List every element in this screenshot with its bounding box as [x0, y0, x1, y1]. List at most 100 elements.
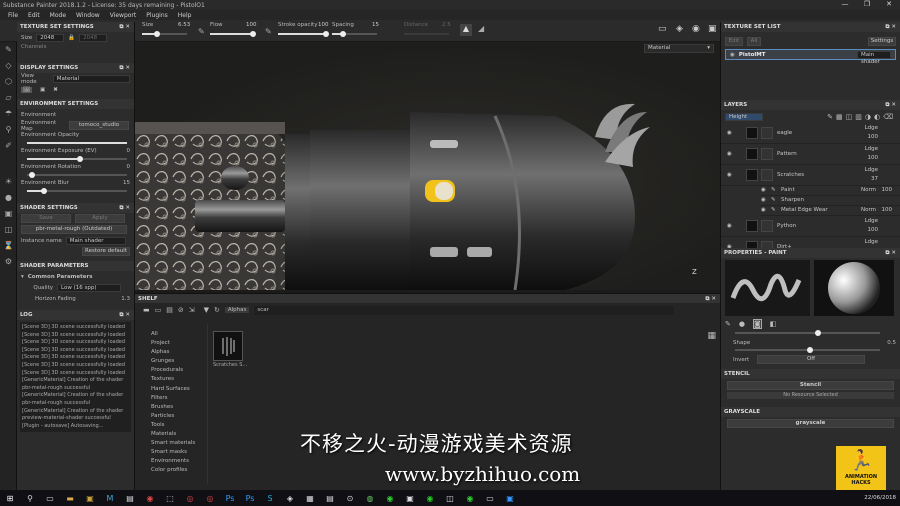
mirror-icon[interactable]: ◢ [478, 24, 484, 33]
shape-slider[interactable] [721, 347, 900, 354]
stencil-tab-icon[interactable]: ◧ [770, 320, 777, 328]
flow-value[interactable]: 100 [246, 22, 257, 28]
lock-icon[interactable]: 🔒 [68, 35, 75, 41]
layer-effect-row[interactable]: ◉ ✎ Metal Edge Wear Norm 100 [761, 206, 900, 216]
hide-icon[interactable]: ⊘ [178, 306, 184, 314]
instance-name-field[interactable]: Main shader [65, 236, 126, 245]
maximize-button[interactable]: ❐ [856, 0, 878, 8]
stencil-button[interactable]: Stencil [727, 381, 894, 390]
layer-row[interactable]: ◉ eagle Ldge 100 [721, 123, 900, 144]
shader-name-button[interactable]: pbr-metal-rough (Outdated) [21, 225, 127, 234]
common-parameters-toggle[interactable]: ▾ Common Parameters [17, 271, 134, 282]
viewer-icon-small[interactable]: ✖ [53, 87, 58, 93]
line-icon[interactable]: ◉ [380, 494, 400, 503]
camera-icon[interactable]: ▭ [658, 24, 667, 34]
render-icon[interactable]: ▣ [708, 24, 717, 34]
layer-row[interactable]: ◉ Pattern Ldge 100 [721, 144, 900, 165]
flow-slider[interactable] [210, 31, 256, 37]
size-slider[interactable] [142, 31, 187, 37]
pen-pressure-icon[interactable]: ✎ [198, 27, 205, 36]
size-dropdown-2[interactable]: 2048 [79, 33, 108, 42]
layer-actions-icon[interactable]: ✎▦◫▥◑◐⌫ [827, 113, 896, 121]
stroke-opacity-value[interactable]: 100 [318, 22, 329, 28]
picker-icon[interactable]: ✐ [0, 138, 17, 154]
distance-slider[interactable] [404, 33, 449, 35]
texture-set-item[interactable]: ◉ PistolMT Main shader [725, 49, 896, 65]
invert-toggle[interactable]: Off [757, 355, 865, 364]
symmetry-icon[interactable]: ▲ [460, 24, 472, 36]
menu-edit[interactable]: Edit [28, 12, 40, 19]
start-icon[interactable]: ⊞ [0, 494, 20, 503]
shelf-category-item[interactable]: Project [151, 339, 203, 348]
shelf-category-item[interactable]: All [151, 330, 203, 339]
effect-visibility-icon[interactable]: ◉ [761, 207, 766, 213]
stroke-opacity-slider[interactable] [278, 31, 329, 37]
menu-file[interactable]: File [8, 12, 18, 19]
shader-dropdown[interactable]: Main shader [857, 50, 891, 65]
app-icon-1[interactable]: ▣ [80, 494, 100, 503]
refresh-icon[interactable]: ↻ [214, 306, 220, 314]
effect-opacity[interactable]: 100 [882, 187, 893, 193]
app-icon-12[interactable]: ◫ [440, 494, 460, 503]
menu-mode[interactable]: Mode [50, 12, 66, 19]
app-icon-10[interactable]: ◍ [360, 494, 380, 503]
app-icon-4[interactable]: ⬚ [160, 494, 180, 503]
environment-map-button[interactable]: tomoco_studio [69, 121, 129, 130]
layer-blend[interactable]: Ldge [865, 239, 878, 245]
shelf-category-item[interactable]: Smart masks [151, 448, 203, 457]
layer-row[interactable]: ◉Dirt+Ldge100 [721, 237, 900, 248]
visible-radio-icon[interactable]: ◉ [730, 52, 735, 58]
edit-button[interactable]: Edit [725, 37, 743, 46]
channel-dropdown[interactable]: Height [725, 112, 763, 121]
menu-window[interactable]: Window [76, 12, 100, 19]
3d-viewport[interactable]: Z Material ▾ [135, 42, 720, 290]
size-dropdown[interactable]: 2048 [36, 33, 65, 42]
skype-icon[interactable]: S [260, 494, 280, 503]
layer-blend[interactable]: Ldge [865, 146, 878, 152]
spotify-icon[interactable]: ◉ [420, 494, 440, 503]
layer-blend[interactable]: Ldge [865, 125, 878, 131]
shelf-category-item[interactable]: Brushes [151, 403, 203, 412]
task-view-icon[interactable]: ▭ [40, 494, 60, 503]
spacing-slider[interactable] [332, 31, 377, 37]
env-opacity-slider[interactable] [17, 139, 134, 147]
env-rotation-slider[interactable] [17, 171, 134, 179]
import-icon[interactable]: ⇲ [189, 306, 195, 314]
app-icon-14[interactable]: ▣ [500, 494, 520, 503]
all-button[interactable]: All [747, 37, 761, 46]
settings-icon[interactable]: ⚙ [0, 254, 17, 270]
layer-opacity[interactable]: 37 [871, 176, 878, 182]
layer-opacity[interactable]: 100 [868, 155, 879, 161]
menu-viewport[interactable]: Viewport [110, 12, 137, 19]
calculator-icon[interactable]: ▦ [300, 494, 320, 503]
app-icon-3[interactable]: ▤ [120, 494, 140, 503]
file-explorer-icon[interactable]: ▬ [60, 494, 80, 503]
shelf-category-item[interactable]: Filters [151, 394, 203, 403]
polygon-fill-icon[interactable]: ▱ [0, 90, 17, 106]
app-icon-5[interactable]: ◎ [180, 494, 200, 503]
pen-pressure-icon-2[interactable]: ✎ [265, 27, 272, 36]
app-icon-11[interactable]: ▣ [400, 494, 420, 503]
shelf-filter-tag[interactable]: Alphas [224, 307, 250, 313]
app-icon-9[interactable]: ⊙ [340, 494, 360, 503]
restore-default-button[interactable]: Restore default [82, 247, 130, 256]
layer-row[interactable]: ◉ Python Ldge 100 [721, 216, 900, 237]
app-icon-8[interactable]: ▤ [320, 494, 340, 503]
camera-settings-icon[interactable]: ▣ [0, 206, 17, 222]
effect-blend[interactable]: Norm [861, 207, 876, 213]
effect-blend[interactable]: Norm [861, 187, 876, 193]
shelf-category-item[interactable]: Grunges [151, 357, 203, 366]
layer-blend[interactable]: Ldge [865, 218, 878, 224]
save-shader-button[interactable]: Save [21, 214, 71, 223]
layer-opacity[interactable]: 100 [868, 227, 879, 233]
grid-view-icon[interactable]: ▦ [707, 331, 716, 341]
viewer-icon[interactable]: ◫ [0, 222, 17, 238]
search-icon[interactable]: ⚲ [20, 494, 40, 503]
layer-visibility-icon[interactable]: ◉ [727, 223, 732, 229]
effect-opacity[interactable]: 100 [882, 207, 893, 213]
shelf-category-item[interactable]: Materials [151, 430, 203, 439]
minimize-button[interactable]: — [834, 0, 856, 8]
shelf-category-item[interactable]: Tools [151, 421, 203, 430]
menu-help[interactable]: Help [178, 12, 192, 19]
shelf-search-input[interactable]: scar [254, 305, 675, 315]
